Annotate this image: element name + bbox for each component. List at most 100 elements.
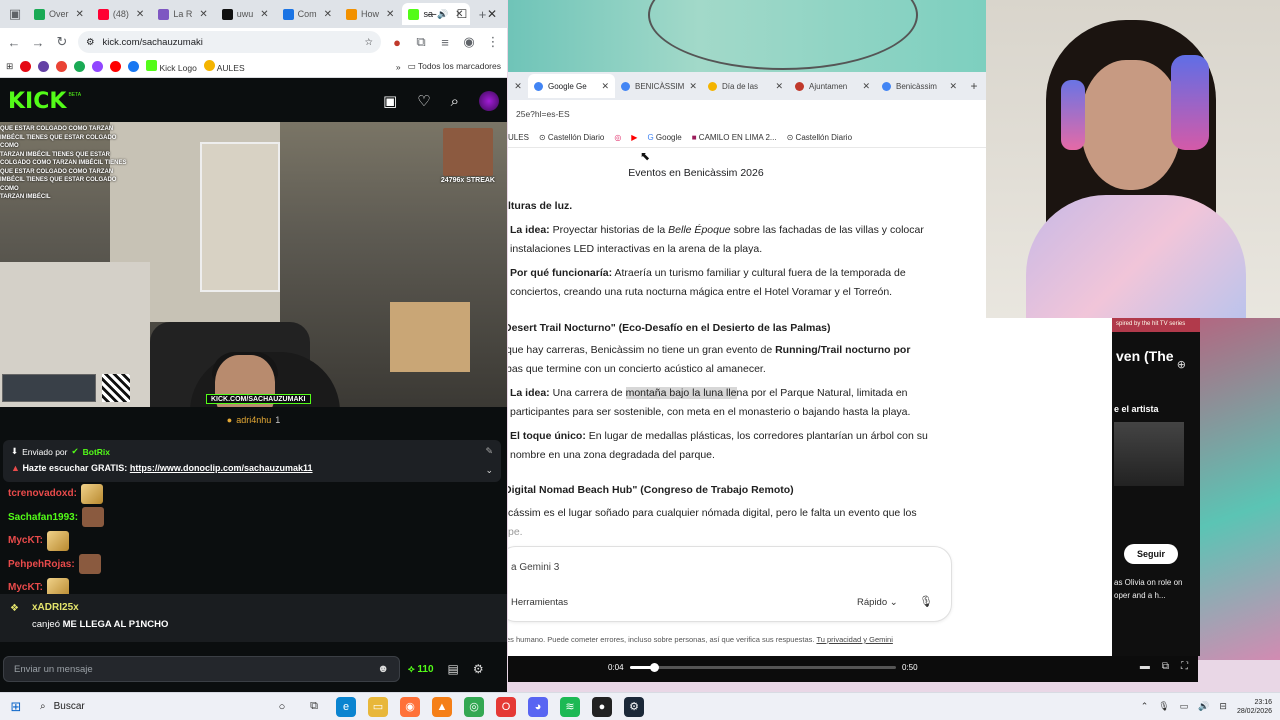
file-explorer-icon[interactable]: ▭ bbox=[368, 696, 388, 717]
bookmark-kick-logo[interactable]: Kick Logo bbox=[146, 60, 197, 73]
tab-2[interactable]: La R ✕ bbox=[152, 3, 213, 25]
search-icon[interactable]: ⌕ bbox=[451, 93, 459, 110]
bookmark-camilo[interactable]: ■ CAMILO EN LIMA 2... bbox=[692, 133, 777, 142]
tab-close-icon[interactable]: ✕ bbox=[508, 81, 528, 92]
cortana-icon[interactable]: ○ bbox=[272, 697, 292, 717]
extension-red-icon[interactable]: ● bbox=[389, 35, 405, 50]
bookmark-google[interactable]: G Google bbox=[647, 133, 681, 142]
steam-icon[interactable]: ⚙ bbox=[624, 696, 644, 717]
tab-google-gemini[interactable]: Google Ge ✕ bbox=[528, 74, 615, 98]
stream-video[interactable]: QUE ESTAR COLGADO COMO TARZAN IMBÉCIL TI… bbox=[0, 122, 507, 407]
bookmark-aules[interactable]: AULES bbox=[203, 60, 245, 73]
tab-close-icon[interactable]: ✕ bbox=[689, 81, 697, 92]
all-bookmarks[interactable]: ▭ Todos los marcadores bbox=[408, 61, 501, 72]
gmail-icon[interactable] bbox=[56, 61, 68, 72]
twitch-icon[interactable] bbox=[92, 61, 104, 72]
minimize-icon[interactable]: ─ bbox=[417, 0, 447, 28]
media-icon[interactable]: ≡ bbox=[437, 35, 453, 50]
apps-grid-icon[interactable]: ⊞ bbox=[6, 61, 13, 72]
unpin-icon[interactable]: ✎ bbox=[485, 446, 493, 457]
menu-icon[interactable]: ⋮ bbox=[485, 34, 501, 50]
privacy-link[interactable]: Tu privacidad y Gemini bbox=[816, 635, 892, 644]
tab-close-icon[interactable]: ✕ bbox=[199, 9, 207, 20]
windows-start-icon[interactable]: ⊞ bbox=[0, 693, 32, 720]
following-heart-icon[interactable]: ♡ bbox=[417, 92, 430, 110]
close-icon[interactable]: ✕ bbox=[477, 0, 507, 28]
miniplayer-icon[interactable]: ⧉ bbox=[1162, 661, 1169, 672]
chat-message-input[interactable]: Enviar un mensaje ☻ bbox=[3, 656, 400, 682]
facebook-icon[interactable] bbox=[128, 61, 140, 72]
tab-close-icon[interactable]: ✕ bbox=[136, 9, 144, 20]
new-tab-icon[interactable]: + bbox=[963, 79, 985, 93]
instagram-icon[interactable]: ◎ bbox=[614, 133, 621, 142]
volume-icon[interactable]: 🔊 bbox=[1198, 701, 1209, 712]
obs-icon[interactable]: ● bbox=[592, 696, 612, 717]
bookmark-icon[interactable] bbox=[74, 61, 86, 72]
site-info-icon[interactable]: ⚙ bbox=[86, 37, 95, 48]
tab-close-icon[interactable]: ✕ bbox=[324, 9, 332, 20]
more-bookmarks-icon[interactable]: » bbox=[396, 62, 401, 72]
tools-button[interactable]: Herramientas bbox=[511, 597, 568, 608]
follow-button[interactable]: Seguir bbox=[1124, 544, 1178, 564]
netflix-icon[interactable] bbox=[20, 61, 32, 72]
bookmark-castellon-diario-2[interactable]: ⊙ Castellón Diario bbox=[787, 133, 852, 142]
opera-icon[interactable]: O bbox=[496, 696, 516, 717]
network-icon[interactable]: ▭ bbox=[1180, 701, 1189, 712]
microphone-icon[interactable]: 🎙 bbox=[1158, 701, 1169, 712]
tab-overview-icon[interactable]: ▣ bbox=[4, 4, 26, 24]
prompt-input[interactable]: a Gemini 3 bbox=[511, 562, 559, 573]
spotify-icon[interactable]: ≋ bbox=[560, 696, 580, 717]
add-icon[interactable]: ⊕ bbox=[1177, 358, 1186, 371]
edge-icon[interactable]: e bbox=[336, 696, 356, 717]
tray-chevron-icon[interactable]: ⌃ bbox=[1141, 701, 1149, 712]
fullscreen-icon[interactable]: ⛶ bbox=[1181, 661, 1188, 672]
tab-1[interactable]: (48) ✕ bbox=[92, 3, 150, 25]
tab-3[interactable]: uwu ✕ bbox=[216, 3, 275, 25]
progress-slider[interactable] bbox=[630, 663, 896, 672]
chat-settings-gear-icon[interactable]: ⚙ bbox=[473, 662, 484, 676]
back-icon[interactable]: ← bbox=[6, 35, 22, 50]
progress-bar-icon[interactable]: ▬ bbox=[1140, 661, 1150, 672]
tab-close-icon[interactable]: ✕ bbox=[76, 9, 84, 20]
maximize-icon[interactable]: ☐ bbox=[447, 0, 477, 28]
youtube-icon[interactable]: ▶ bbox=[631, 133, 637, 142]
bookmark-castellon-diario[interactable]: ⊙ Castellón Diario bbox=[539, 133, 604, 142]
reload-icon[interactable]: ↻ bbox=[54, 34, 70, 50]
donoclip-link[interactable]: https://www.donoclip.com/sachauzumak11 bbox=[130, 463, 313, 473]
tab-close-icon[interactable]: ✕ bbox=[862, 81, 870, 92]
extensions-icon[interactable]: ⧉ bbox=[413, 34, 429, 50]
tab-5[interactable]: How ✕ bbox=[340, 3, 400, 25]
taskbar-search[interactable]: ⌕ Buscar bbox=[32, 693, 262, 720]
chrome-icon[interactable]: ◎ bbox=[464, 696, 484, 717]
tab-0[interactable]: Over ✕ bbox=[28, 3, 90, 25]
conversation-title[interactable]: Eventos en Benicàssim 2026 bbox=[508, 167, 884, 179]
tab-close-icon[interactable]: ✕ bbox=[775, 81, 783, 92]
tab-close-icon[interactable]: ✕ bbox=[601, 81, 609, 92]
forward-icon[interactable]: → bbox=[30, 35, 46, 50]
address-bar[interactable]: ⚙ kick.com/sachauzumaki ☆ bbox=[78, 31, 381, 53]
chevron-down-icon[interactable]: ⌄ bbox=[485, 465, 493, 476]
profile-avatar-icon[interactable]: ◉ bbox=[461, 34, 477, 50]
clock[interactable]: 23:16 28/02/2026 bbox=[1237, 698, 1272, 716]
tab-benicassim-2[interactable]: Benicàssim ✕ bbox=[876, 74, 963, 98]
bookmark-icon[interactable] bbox=[38, 61, 50, 72]
gift-shop-icon[interactable]: ▤ bbox=[448, 662, 459, 676]
tab-dia-de-las[interactable]: Día de las ✕ bbox=[702, 74, 789, 98]
browse-icon[interactable]: ▣ bbox=[383, 92, 397, 110]
discord-icon[interactable]: ◕ bbox=[528, 696, 548, 717]
bookmark-star-icon[interactable]: ☆ bbox=[364, 37, 373, 48]
channel-points[interactable]: ⟡ 110 bbox=[408, 664, 434, 675]
task-view-icon[interactable]: ⧉ bbox=[304, 697, 324, 717]
tab-ajuntament[interactable]: Ajuntamen ✕ bbox=[789, 74, 876, 98]
tab-close-icon[interactable]: ✕ bbox=[949, 81, 957, 92]
tab-4[interactable]: Com ✕ bbox=[277, 3, 338, 25]
vlc-icon[interactable]: ▲ bbox=[432, 696, 452, 717]
language-icon[interactable]: ⊟ bbox=[1219, 701, 1227, 712]
tab-close-icon[interactable]: ✕ bbox=[386, 9, 394, 20]
youtube-icon[interactable] bbox=[110, 61, 122, 72]
firefox-icon[interactable]: ◉ bbox=[400, 696, 420, 717]
microphone-icon[interactable]: 🎙 bbox=[919, 595, 933, 608]
emoji-icon[interactable]: ☻ bbox=[377, 663, 389, 675]
mode-selector[interactable]: Rápido ⌄ bbox=[857, 597, 898, 608]
tab-benicassim[interactable]: BENICÀSSIM ✕ bbox=[615, 74, 702, 98]
